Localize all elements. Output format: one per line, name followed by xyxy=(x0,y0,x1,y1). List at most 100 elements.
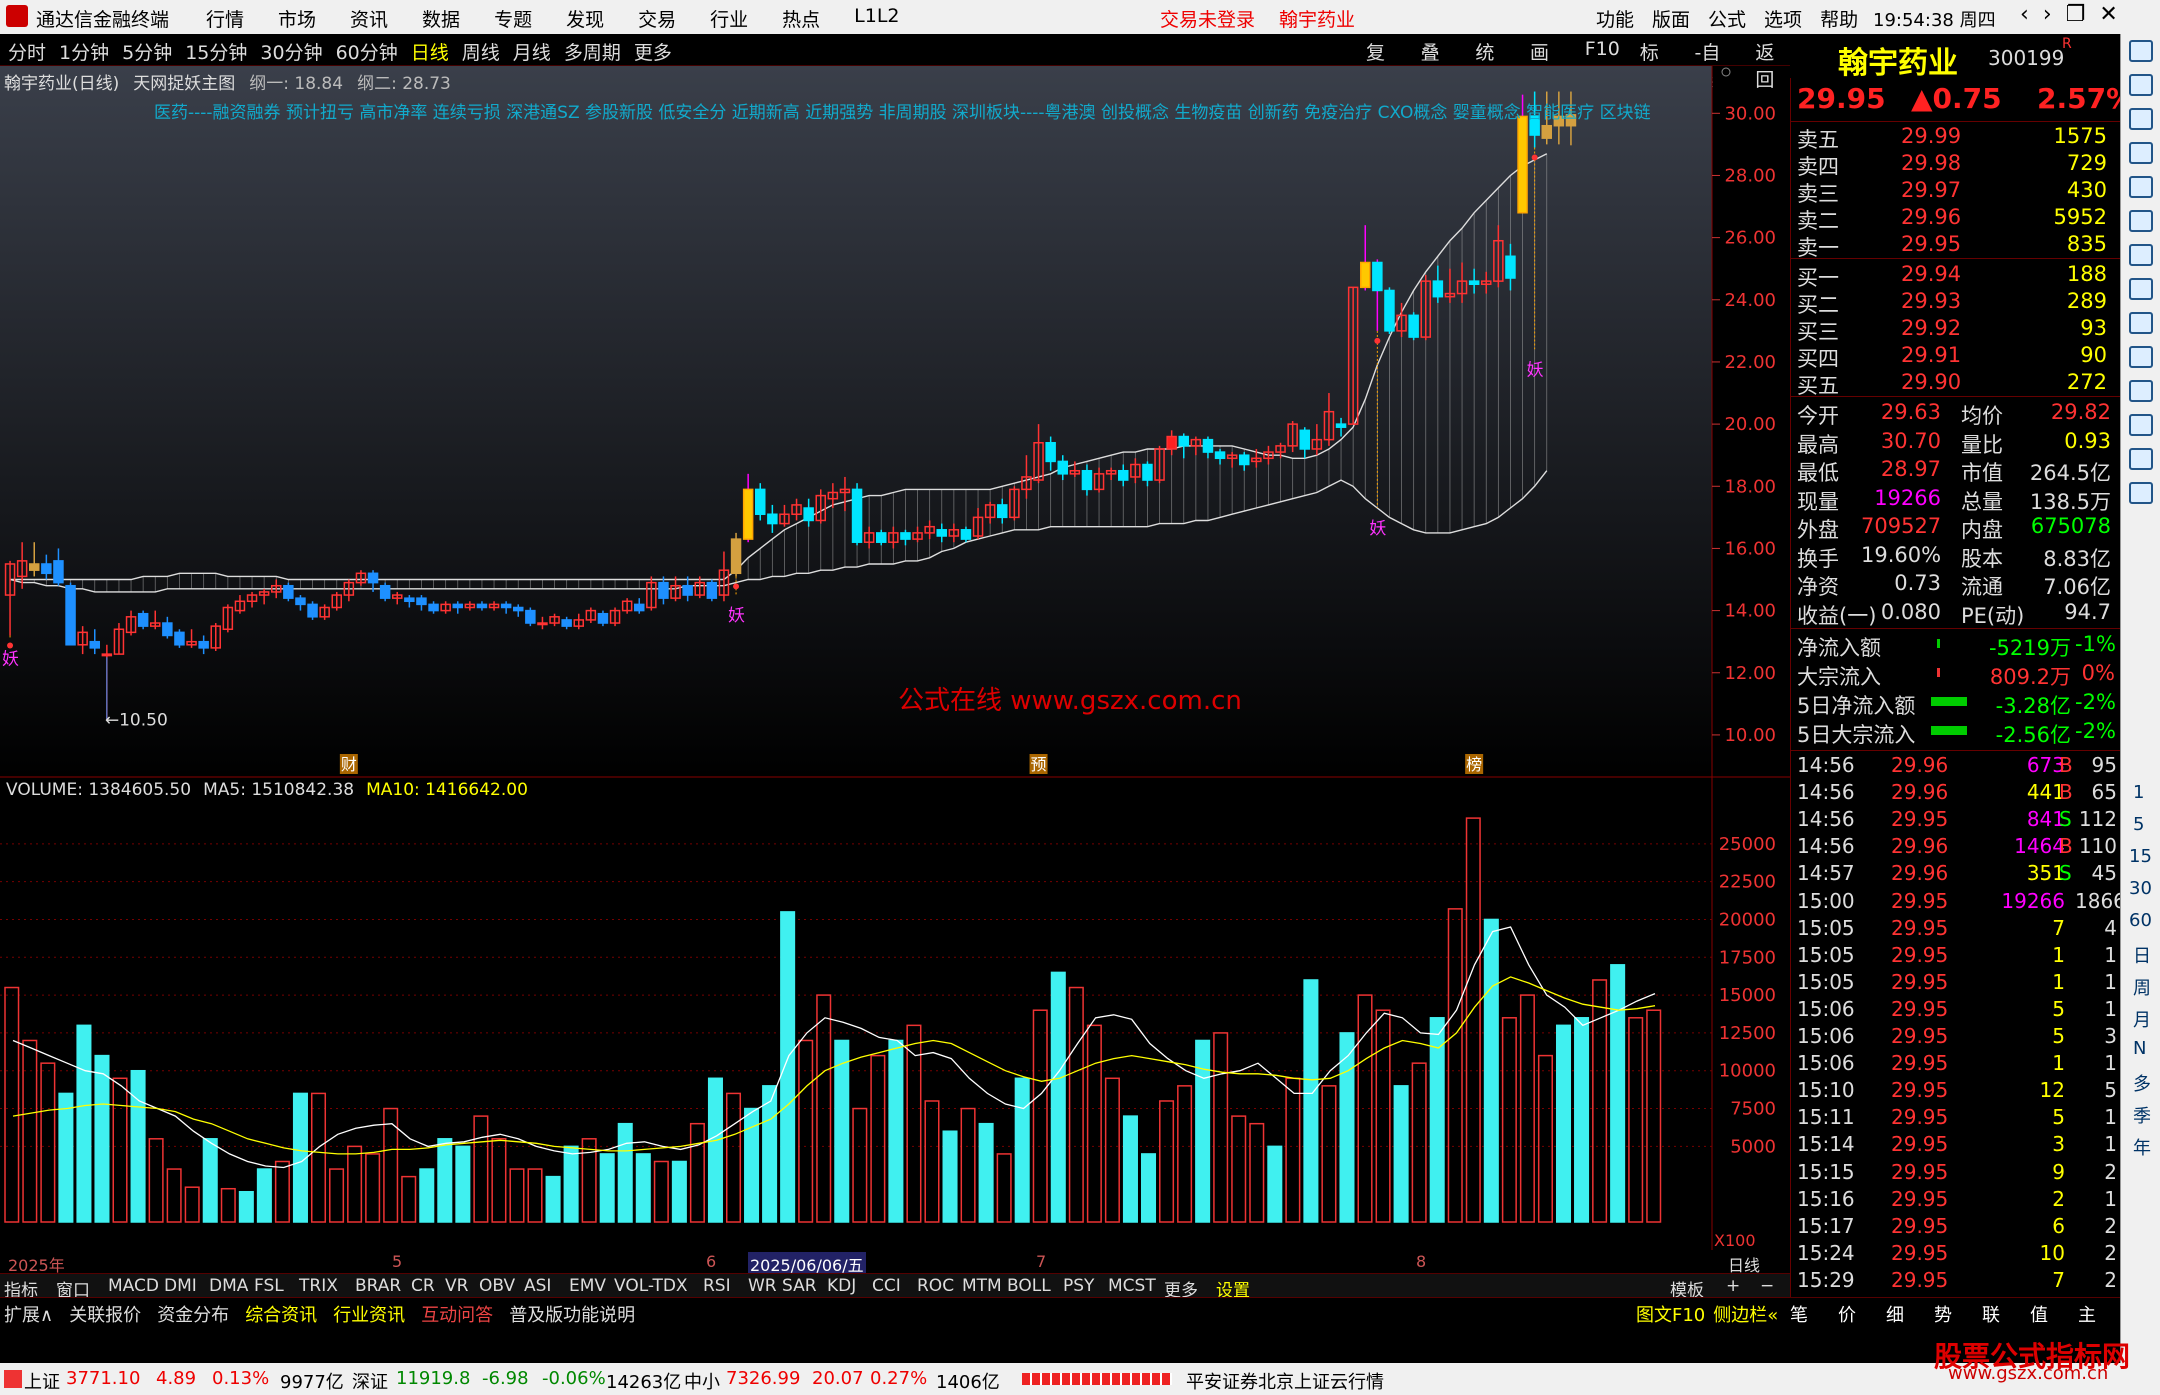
side-tool-icon[interactable] xyxy=(2129,482,2153,504)
bottom-tab-4[interactable]: 行业资讯 xyxy=(333,1301,405,1327)
period-3[interactable]: 15分钟 xyxy=(185,38,247,65)
side-period-3[interactable]: 30 xyxy=(2129,878,2152,899)
bottom-tab-0[interactable]: 扩展∧ xyxy=(4,1301,53,1327)
side-tool-icon[interactable] xyxy=(2129,108,2153,130)
side-tool-icon[interactable] xyxy=(2129,312,2153,334)
side-tool-icon[interactable] xyxy=(2129,74,2153,96)
kline-chart[interactable]: 10.00 12.00 14.00 16.00 18.00 20.00 22.00 24.00… xyxy=(0,66,1790,778)
side-period-7[interactable]: 月 xyxy=(2133,1006,2151,1032)
indicator-tab-21[interactable]: BOLL xyxy=(1007,1276,1051,1296)
period-0[interactable]: 分时 xyxy=(8,38,46,65)
period-9[interactable]: 多周期 xyxy=(564,38,621,65)
indicator-tab-9[interactable]: VR xyxy=(445,1276,468,1296)
indicator-tab-4[interactable]: DMA xyxy=(209,1276,248,1296)
indicator-name[interactable]: 天网捉妖主图 xyxy=(133,69,235,94)
bid-row[interactable]: 买五 29.90 272 xyxy=(1791,368,2121,398)
bottom-tab-3[interactable]: 综合资讯 xyxy=(245,1301,317,1327)
side-tool-icon[interactable] xyxy=(2129,142,2153,164)
menu-6[interactable]: 交易 xyxy=(638,5,676,32)
menu-2[interactable]: 资讯 xyxy=(350,5,388,32)
ask-row[interactable]: 卖三 29.97 430 xyxy=(1791,176,2121,206)
right-menu-3[interactable]: 选项 xyxy=(1764,5,1802,32)
indicator-tab-8[interactable]: CR xyxy=(411,1276,435,1296)
quote-tab-6[interactable]: 主 xyxy=(2078,1301,2096,1327)
quote-tab-3[interactable]: 势 xyxy=(1934,1301,1952,1327)
back-icon[interactable]: ‹ xyxy=(2020,2,2029,27)
side-period-8[interactable]: N xyxy=(2133,1038,2146,1059)
side-period-9[interactable]: 多 xyxy=(2133,1070,2151,1096)
indicator-tab-23[interactable]: MCST xyxy=(1108,1276,1156,1296)
remove-indicator-icon[interactable]: − xyxy=(1760,1276,1774,1296)
indicator-tab-16[interactable]: SAR xyxy=(782,1276,817,1296)
add-indicator-icon[interactable]: + xyxy=(1726,1276,1740,1296)
side-tool-icon[interactable] xyxy=(2129,278,2153,300)
side-period-4[interactable]: 60 xyxy=(2129,910,2152,931)
period-10[interactable]: 更多 xyxy=(634,38,672,65)
indicator-tab-15[interactable]: WR xyxy=(748,1276,777,1296)
period-5[interactable]: 60分钟 xyxy=(336,38,398,65)
indicator-tab-5[interactable]: FSL xyxy=(254,1276,284,1296)
indicator-tab-19[interactable]: ROC xyxy=(917,1276,954,1296)
menu-7[interactable]: 行业 xyxy=(710,5,748,32)
bid-row[interactable]: 买三 29.92 93 xyxy=(1791,314,2121,344)
indicator-tab-2[interactable]: MACD xyxy=(108,1276,159,1296)
side-tool-icon[interactable] xyxy=(2129,40,2153,62)
period-2[interactable]: 5分钟 xyxy=(122,38,172,65)
chart-option-icon[interactable] xyxy=(1721,67,1731,77)
side-period-11[interactable]: 年 xyxy=(2133,1134,2151,1160)
menu-4[interactable]: 专题 xyxy=(494,5,532,32)
ask-row[interactable]: 卖二 29.96 5952 xyxy=(1791,203,2121,233)
right-menu-0[interactable]: 功能 xyxy=(1596,5,1634,32)
side-period-2[interactable]: 15 xyxy=(2129,846,2152,867)
side-period-0[interactable]: 1 xyxy=(2133,782,2144,803)
indicator-tab-14[interactable]: RSI xyxy=(703,1276,731,1296)
period-1[interactable]: 1分钟 xyxy=(59,38,109,65)
indicator-tab-13[interactable]: VOL-TDX xyxy=(614,1276,688,1296)
ask-row[interactable]: 卖四 29.98 729 xyxy=(1791,149,2121,179)
side-period-5[interactable]: 日 xyxy=(2133,942,2151,968)
indicator-tab-11[interactable]: ASI xyxy=(524,1276,551,1296)
quote-tab-0[interactable]: 笔 xyxy=(1790,1301,1808,1327)
stock-tag[interactable]: 翰宇药业 xyxy=(1279,5,1355,32)
indicator-tab-3[interactable]: DMI xyxy=(164,1276,197,1296)
indicator-tab-22[interactable]: PSY xyxy=(1063,1276,1094,1296)
bottom-tab-2[interactable]: 资金分布 xyxy=(157,1301,229,1327)
side-period-10[interactable]: 季 xyxy=(2133,1102,2151,1128)
side-tool-icon[interactable] xyxy=(2129,448,2153,470)
side-tool-icon[interactable] xyxy=(2129,210,2153,232)
side-tool-icon[interactable] xyxy=(2129,346,2153,368)
sz-name[interactable]: 深证 xyxy=(352,1368,388,1394)
side-period-1[interactable]: 5 xyxy=(2133,814,2144,835)
indicator-tab-7[interactable]: BRAR xyxy=(355,1276,401,1296)
bottom-tab-5[interactable]: 互动问答 xyxy=(421,1301,493,1327)
period-4[interactable]: 30分钟 xyxy=(260,38,322,65)
period-8[interactable]: 月线 xyxy=(513,38,551,65)
ask-row[interactable]: 卖一 29.95 835 xyxy=(1791,230,2121,260)
side-tool-icon[interactable] xyxy=(2129,176,2153,198)
menu-0[interactable]: 行情 xyxy=(206,5,244,32)
bid-row[interactable]: 买四 29.91 90 xyxy=(1791,341,2121,371)
concept-tags[interactable]: 医药----融资融券 预计扭亏 高市净率 连续亏损 深港通SZ 参股新股 低安全… xyxy=(154,98,1714,123)
close-icon[interactable]: ✕ xyxy=(2099,2,2117,27)
right-menu-2[interactable]: 公式 xyxy=(1708,5,1746,32)
side-period-6[interactable]: 周 xyxy=(2133,974,2151,1000)
period-6[interactable]: 日线 xyxy=(411,38,449,65)
quote-tab-4[interactable]: 联 xyxy=(1982,1301,2000,1327)
side-tool-icon[interactable] xyxy=(2129,414,2153,436)
bid-row[interactable]: 买一 29.94 188 xyxy=(1791,260,2121,290)
quote-tab-1[interactable]: 价 xyxy=(1838,1301,1856,1327)
login-status[interactable]: 交易未登录 xyxy=(1160,5,1255,32)
period-7[interactable]: 周线 xyxy=(462,38,500,65)
menu-3[interactable]: 数据 xyxy=(422,5,460,32)
menu-5[interactable]: 发现 xyxy=(566,5,604,32)
indicator-tab-6[interactable]: TRIX xyxy=(299,1276,338,1296)
indicator-tab-17[interactable]: KDJ xyxy=(827,1276,856,1296)
quote-tab-2[interactable]: 细 xyxy=(1886,1301,1904,1327)
bid-row[interactable]: 买二 29.93 289 xyxy=(1791,287,2121,317)
ask-row[interactable]: 卖五 29.99 1575 xyxy=(1791,122,2121,152)
menu-9[interactable]: L1L2 xyxy=(854,5,899,32)
quote-tab-5[interactable]: 值 xyxy=(2030,1301,2048,1327)
right-menu-1[interactable]: 版面 xyxy=(1652,5,1690,32)
menu-8[interactable]: 热点 xyxy=(782,5,820,32)
side-tool-icon[interactable] xyxy=(2129,244,2153,266)
